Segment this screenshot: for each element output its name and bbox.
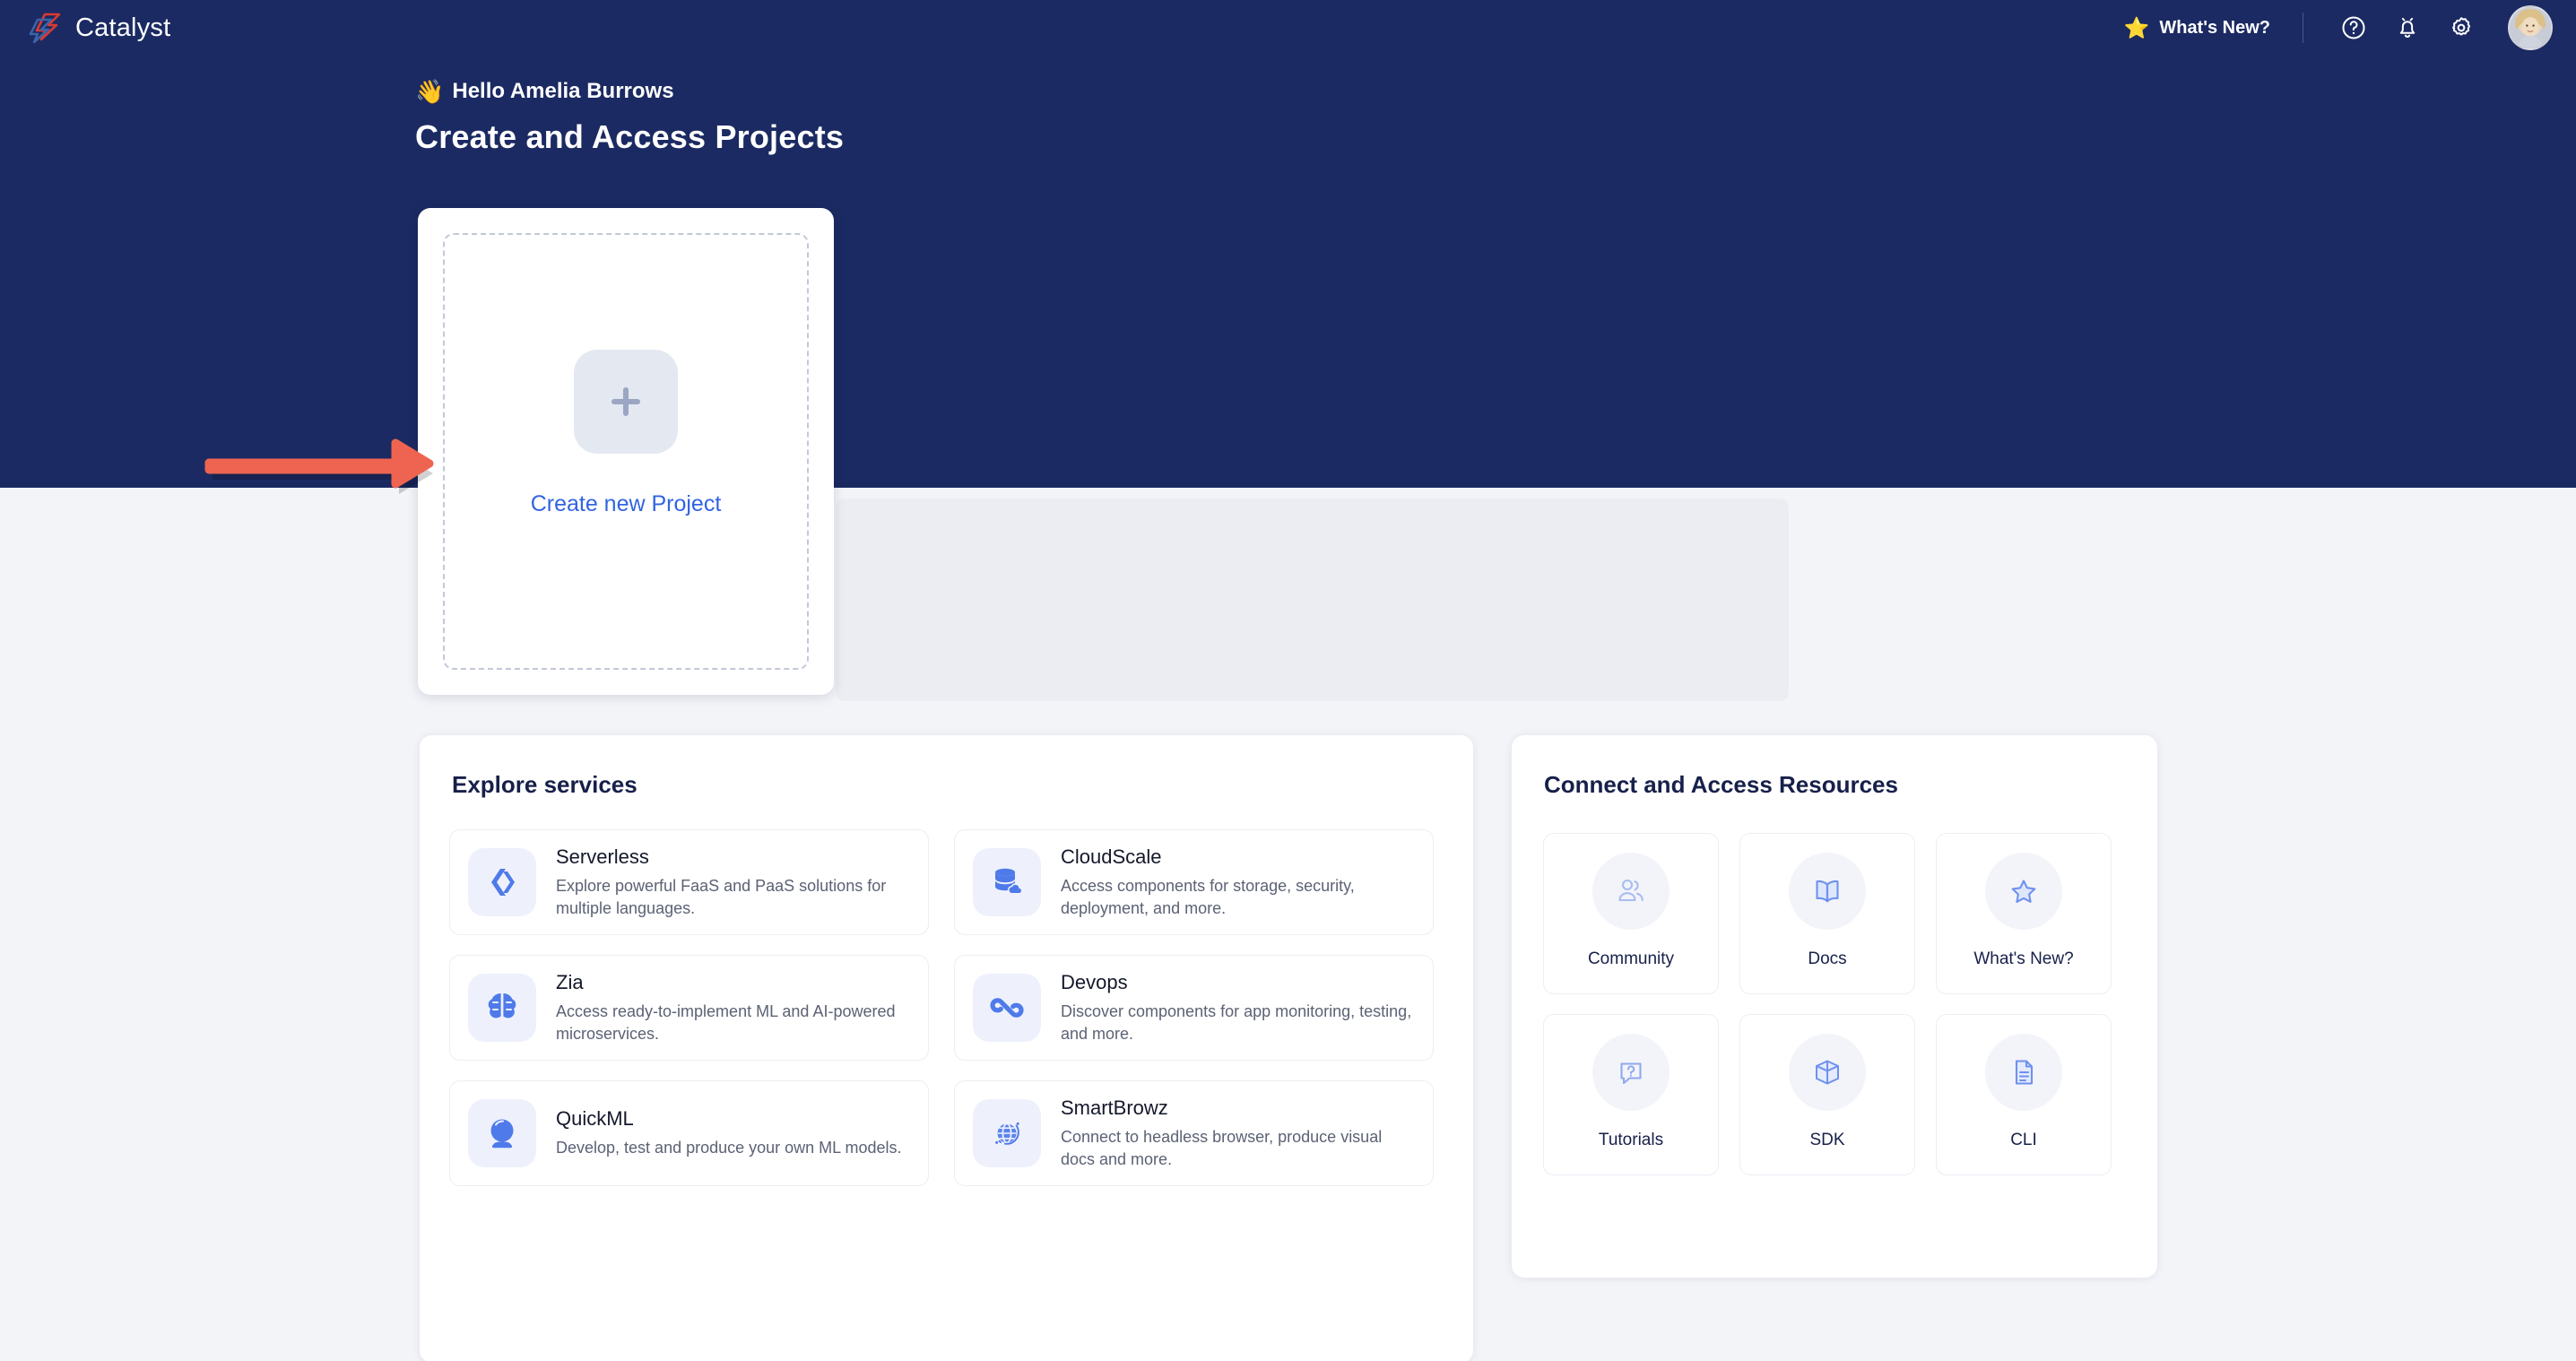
whats-new-label: What's New?: [2159, 17, 2270, 38]
explore-services-title: Explore services: [452, 771, 637, 798]
content-placeholder-block: [836, 498, 1789, 701]
service-text: Zia Access ready-to-implement ML and AI-…: [556, 971, 910, 1045]
greeting-text: Hello Amelia Burrows: [452, 79, 674, 103]
whats-new-button[interactable]: ⭐ What's New?: [2115, 13, 2279, 44]
plus-icon-tile: [574, 350, 678, 454]
service-name: CloudScale: [1061, 845, 1162, 868]
resource-label: CLI: [2010, 1131, 2037, 1149]
database-cloud-icon: [973, 848, 1041, 916]
service-card-smartbrowz[interactable]: SmartBrowz Connect to headless browser, …: [954, 1080, 1434, 1186]
service-card-quickml[interactable]: QuickML Develop, test and produce your o…: [449, 1080, 929, 1186]
service-text: CloudScale Access components for storage…: [1061, 845, 1415, 920]
resource-label: SDK: [1809, 1131, 1845, 1149]
resources-panel: Connect and Access Resources Community D…: [1512, 735, 2157, 1278]
app-root: Catalyst ⭐ What's New? 👋 Hello Amelia Bu…: [0, 0, 2576, 1361]
service-desc: Explore powerful FaaS and PaaS solutions…: [556, 876, 887, 917]
help-circle-icon[interactable]: [2333, 7, 2374, 48]
greeting-line: 👋 Hello Amelia Burrows: [415, 79, 844, 104]
service-card-cloudscale[interactable]: CloudScale Access components for storage…: [954, 829, 1434, 935]
resource-label: What's New?: [1973, 949, 2074, 968]
infinity-links-icon: [973, 974, 1041, 1042]
explore-services-panel: Explore services Serverless Explore powe…: [420, 735, 1473, 1361]
service-name: QuickML: [556, 1107, 634, 1131]
hero-text: 👋 Hello Amelia Burrows Create and Access…: [415, 79, 844, 156]
users-icon: [1592, 853, 1670, 930]
create-new-project-label: Create new Project: [530, 491, 722, 516]
create-project-card[interactable]: Create new Project: [418, 208, 834, 695]
plus-icon: [611, 387, 640, 416]
resources-title: Connect and Access Resources: [1544, 771, 1898, 798]
resource-label: Community: [1587, 949, 1675, 968]
wave-hand-icon: 👋: [415, 78, 445, 105]
document-lines-icon: [1985, 1034, 2062, 1111]
star-icon: ⭐: [2123, 15, 2150, 39]
service-desc: Connect to headless browser, produce vis…: [1061, 1127, 1383, 1168]
catalyst-logo-icon: [27, 13, 63, 43]
question-bubble-icon: [1592, 1034, 1670, 1111]
resources-grid: Community Docs What's New? Tutorials SDK…: [1543, 833, 2157, 1175]
star-outline-icon: [1985, 853, 2062, 930]
service-name: Zia: [556, 970, 584, 993]
service-card-devops[interactable]: Devops Discover components for app monit…: [954, 955, 1434, 1061]
bell-icon[interactable]: [2387, 7, 2428, 48]
service-name: SmartBrowz: [1061, 1096, 1168, 1119]
service-name: Devops: [1061, 970, 1128, 993]
create-project-dropzone[interactable]: Create new Project: [443, 233, 809, 670]
brand-name: Catalyst: [75, 13, 171, 42]
resource-label: Tutorials: [1598, 1131, 1664, 1149]
service-desc: Access ready-to-implement ML and AI-powe…: [556, 1001, 896, 1043]
header-actions: ⭐ What's New?: [2115, 5, 2553, 50]
resource-card-docs[interactable]: Docs: [1739, 833, 1915, 994]
brain-icon: [468, 974, 536, 1042]
resource-card-community[interactable]: Community: [1543, 833, 1719, 994]
service-card-zia[interactable]: Zia Access ready-to-implement ML and AI-…: [449, 955, 929, 1061]
services-grid: Serverless Explore powerful FaaS and Paa…: [449, 829, 1473, 1206]
resource-label: Docs: [1808, 949, 1847, 968]
service-name: Serverless: [556, 845, 649, 868]
page-title: Create and Access Projects: [415, 118, 845, 155]
open-book-icon: [1789, 853, 1866, 930]
service-text: Devops Discover components for app monit…: [1061, 971, 1415, 1045]
globe-icon: [973, 1099, 1041, 1167]
service-text: QuickML Develop, test and produce your o…: [556, 1107, 902, 1159]
resource-card-cli[interactable]: CLI: [1936, 1014, 2112, 1175]
resource-card-tutorials[interactable]: Tutorials: [1543, 1014, 1719, 1175]
service-card-serverless[interactable]: Serverless Explore powerful FaaS and Paa…: [449, 829, 929, 935]
top-header: Catalyst ⭐ What's New?: [0, 0, 2576, 56]
box-3d-icon: [1789, 1034, 1866, 1111]
service-desc: Develop, test and produce your own ML mo…: [556, 1139, 902, 1157]
avatar[interactable]: [2508, 5, 2553, 50]
resource-card-sdk[interactable]: SDK: [1739, 1014, 1915, 1175]
chevrons-icon: [468, 848, 536, 916]
resource-card-whats-new[interactable]: What's New?: [1936, 833, 2112, 994]
gear-icon[interactable]: [2441, 7, 2482, 48]
service-text: SmartBrowz Connect to headless browser, …: [1061, 1097, 1415, 1171]
crystal-ball-icon: [468, 1099, 536, 1167]
hero-band: [0, 0, 2576, 488]
brand[interactable]: Catalyst: [27, 13, 170, 43]
service-text: Serverless Explore powerful FaaS and Paa…: [556, 845, 910, 920]
service-desc: Access components for storage, security,…: [1061, 876, 1355, 917]
service-desc: Discover components for app monitoring, …: [1061, 1001, 1412, 1043]
